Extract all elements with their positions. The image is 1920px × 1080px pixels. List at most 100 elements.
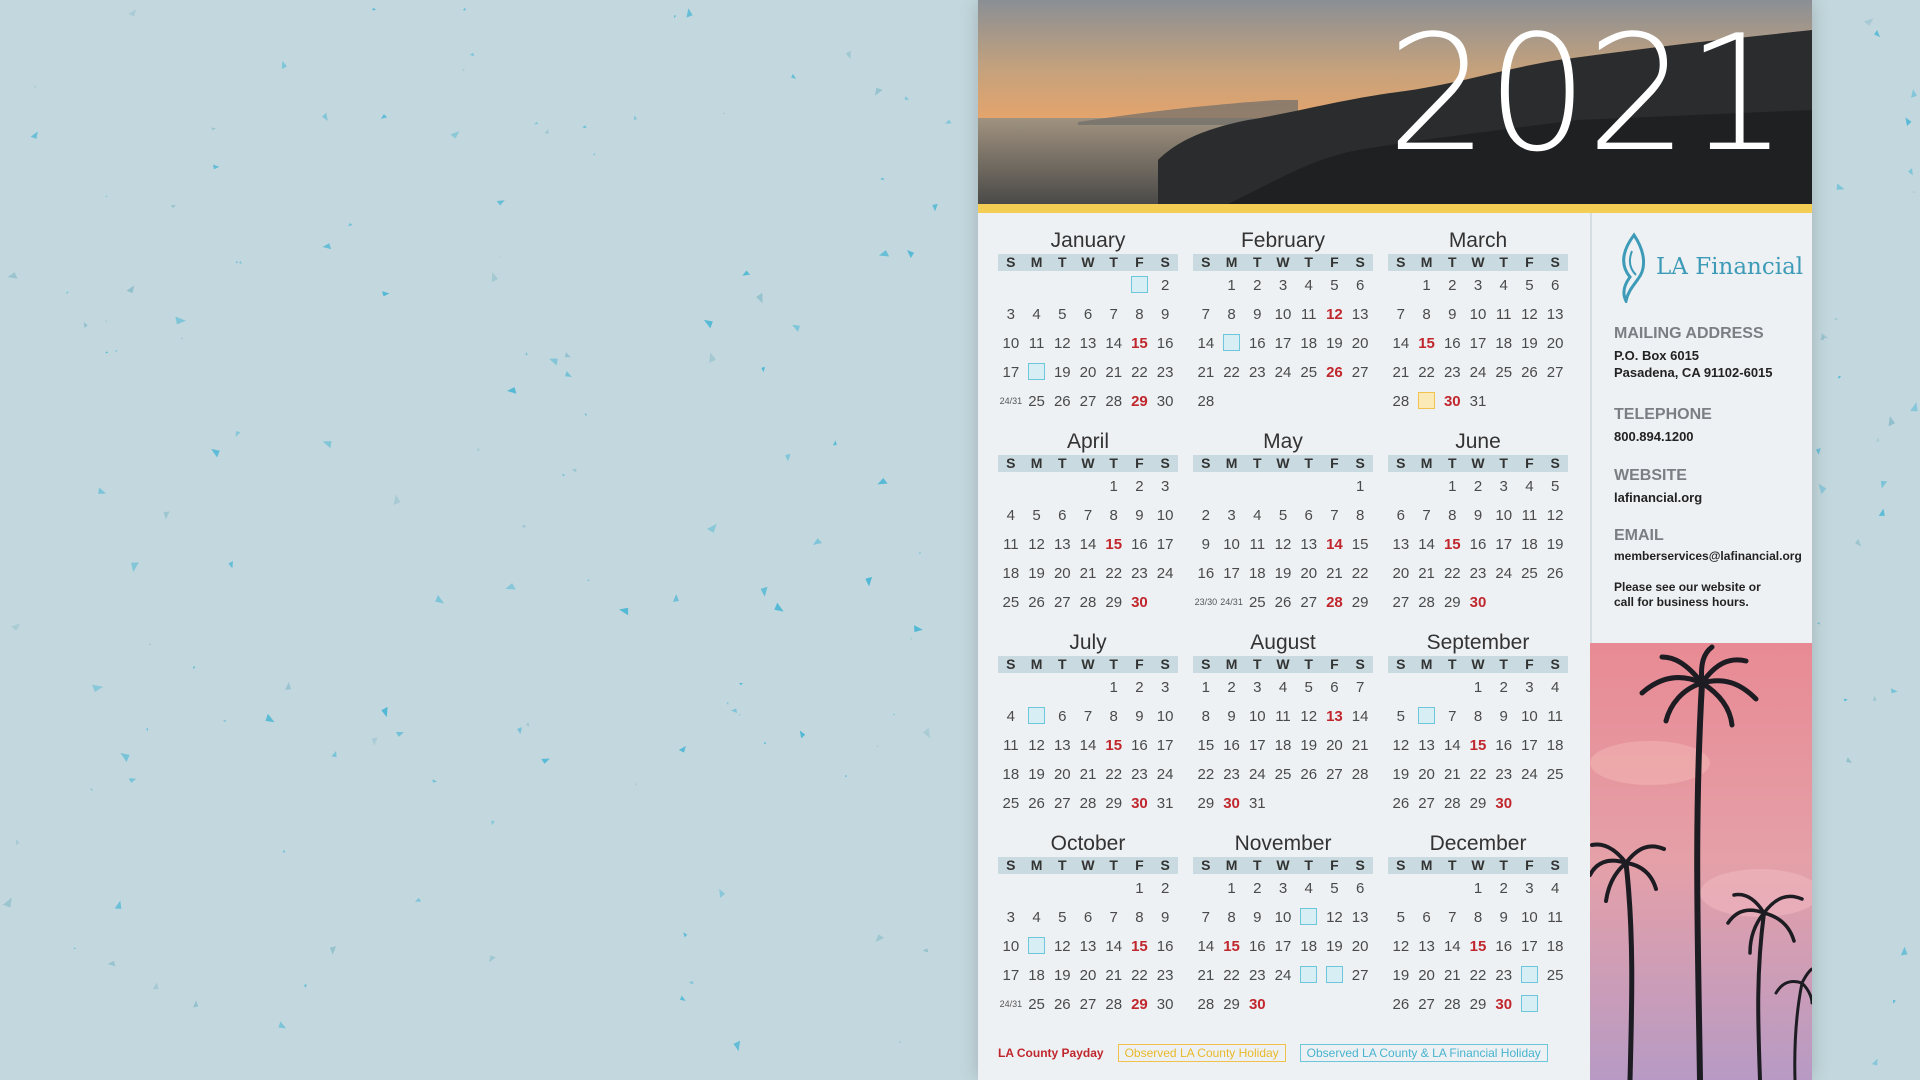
confetti-fleck	[371, 737, 378, 746]
date-cell: 4	[1525, 478, 1534, 495]
weekday-header: T	[1448, 656, 1457, 672]
date-cell: 4	[1032, 909, 1041, 926]
date-cell: 13	[1351, 909, 1369, 926]
confetti-fleck	[680, 995, 686, 1001]
date-cell: 16	[1131, 536, 1148, 553]
date-cell: 25	[1248, 594, 1266, 611]
date-cell: 29	[1469, 795, 1487, 812]
date-cell: 25	[1028, 393, 1045, 410]
weekday-header: T	[1448, 455, 1457, 471]
date-cell: 9	[1448, 306, 1457, 323]
confetti-fleck	[774, 602, 784, 612]
date-cell: 9	[1227, 708, 1236, 725]
confetti-fleck	[163, 511, 170, 520]
date-cell: 11	[1028, 335, 1045, 352]
weekday-header: S	[1201, 656, 1211, 672]
confetti-fleck	[678, 745, 686, 753]
date-cell: 9	[1499, 708, 1508, 725]
weekday-header-row: SMTWTFS	[1388, 254, 1568, 271]
empty-day-cell	[1024, 874, 1050, 903]
confetti-fleck	[73, 947, 77, 950]
date-cell: 3	[1160, 679, 1170, 696]
date-cell: 2	[1253, 880, 1262, 897]
date-cell: 26	[1300, 766, 1318, 783]
weekday-header: T	[1304, 254, 1313, 270]
date-cell: 21	[1105, 967, 1123, 984]
weekday-header: S	[1550, 857, 1560, 873]
date-cell: 20	[1053, 565, 1071, 582]
date-cell: 1	[1473, 880, 1483, 897]
date-cell: 16	[1223, 737, 1240, 754]
date-cell: 10	[1495, 507, 1513, 524]
date-cell: 13	[1418, 938, 1435, 955]
confetti-fleck	[541, 758, 550, 764]
date-cell: 8	[1473, 909, 1483, 926]
date-cell: 10	[1521, 909, 1538, 926]
confetti-fleck	[382, 291, 390, 297]
date-cell: 22	[1131, 967, 1148, 984]
weekday-header-row: SMTWTFS	[1388, 656, 1568, 673]
date-cell: 24	[1248, 766, 1266, 783]
date-cell: 26	[1546, 565, 1564, 582]
payday-date: 13	[1326, 708, 1343, 725]
date-cell: 29	[1443, 594, 1461, 611]
date-cell: 21	[1079, 766, 1097, 783]
confetti-fleck	[1871, 1058, 1878, 1066]
date-cell: 7	[1201, 909, 1211, 926]
confetti-fleck	[128, 778, 137, 783]
weekday-header: T	[1499, 254, 1508, 270]
empty-day-cell	[1101, 874, 1127, 903]
date-cell: 9	[1160, 306, 1170, 323]
payday-date: 30	[1131, 594, 1148, 611]
date-cell: 12	[1326, 909, 1343, 926]
date-cell: 27	[1053, 795, 1071, 812]
date-cell: 11	[1521, 507, 1538, 524]
month-name: December	[1429, 832, 1527, 855]
date-cell: 28	[1197, 996, 1215, 1013]
flame-logo-icon	[1622, 232, 1645, 303]
month-name: November	[1234, 832, 1332, 855]
date-cell: 15	[1351, 536, 1369, 553]
confetti-fleck	[450, 131, 460, 139]
date-cell: 2	[1135, 679, 1144, 696]
date-cell: 10	[1156, 507, 1174, 524]
date-cell: 28	[1079, 795, 1097, 812]
date-cell: 26	[1274, 594, 1292, 611]
date-cell: 16	[1469, 536, 1487, 553]
date-cell: 9	[1253, 909, 1262, 926]
month-grid: January S M T W T F S 2 3 4 5 6 7 8 9 10 11 12 13 14 15 16 17 19…	[998, 228, 1586, 1022]
split-date: 23/30	[1194, 597, 1218, 607]
date-cell: 17	[1002, 364, 1020, 381]
date-cell: 2	[1499, 679, 1508, 696]
confetti-fleck	[764, 741, 767, 745]
la-financial-holiday-icon	[1517, 961, 1543, 990]
date-cell: 2	[1448, 277, 1457, 294]
date-cell: 19	[1028, 565, 1045, 582]
confetti-fleck	[587, 579, 590, 581]
confetti-fleck	[115, 350, 118, 353]
confetti-fleck	[733, 1040, 741, 1052]
confetti-fleck	[33, 86, 36, 88]
confetti-fleck	[922, 948, 929, 953]
weekday-header: F	[1135, 656, 1144, 672]
payday-date: 15	[1469, 938, 1487, 955]
confetti-fleck	[1836, 183, 1845, 190]
confetti-fleck	[880, 177, 884, 181]
date-cell: 21	[1443, 766, 1461, 783]
date-cell: 11	[1547, 708, 1563, 725]
date-cell: 24	[1274, 967, 1292, 984]
month-march: March S M T W T F S 1 2 3 4 5 6 7 8 9 10 11 12 13 14 15 16 17 18 1…	[1388, 228, 1568, 419]
payday-date: 15	[1105, 536, 1123, 553]
date-cell: 20	[1351, 938, 1369, 955]
weekday-header: S	[1355, 455, 1365, 471]
confetti-fleck	[874, 87, 883, 96]
date-cell: 7	[1109, 909, 1118, 926]
date-cell: 3	[1227, 507, 1236, 524]
email-value: memberservices@lafinancial.org	[1614, 549, 1802, 563]
confetti-fleck	[462, 7, 466, 11]
date-cell: 26	[1028, 594, 1045, 611]
legend-observed-holiday: Observed LA County Holiday	[1117, 1044, 1286, 1062]
empty-day-cell	[1270, 472, 1296, 501]
date-cell: 12	[1028, 737, 1045, 754]
date-cell: 29	[1469, 996, 1487, 1013]
